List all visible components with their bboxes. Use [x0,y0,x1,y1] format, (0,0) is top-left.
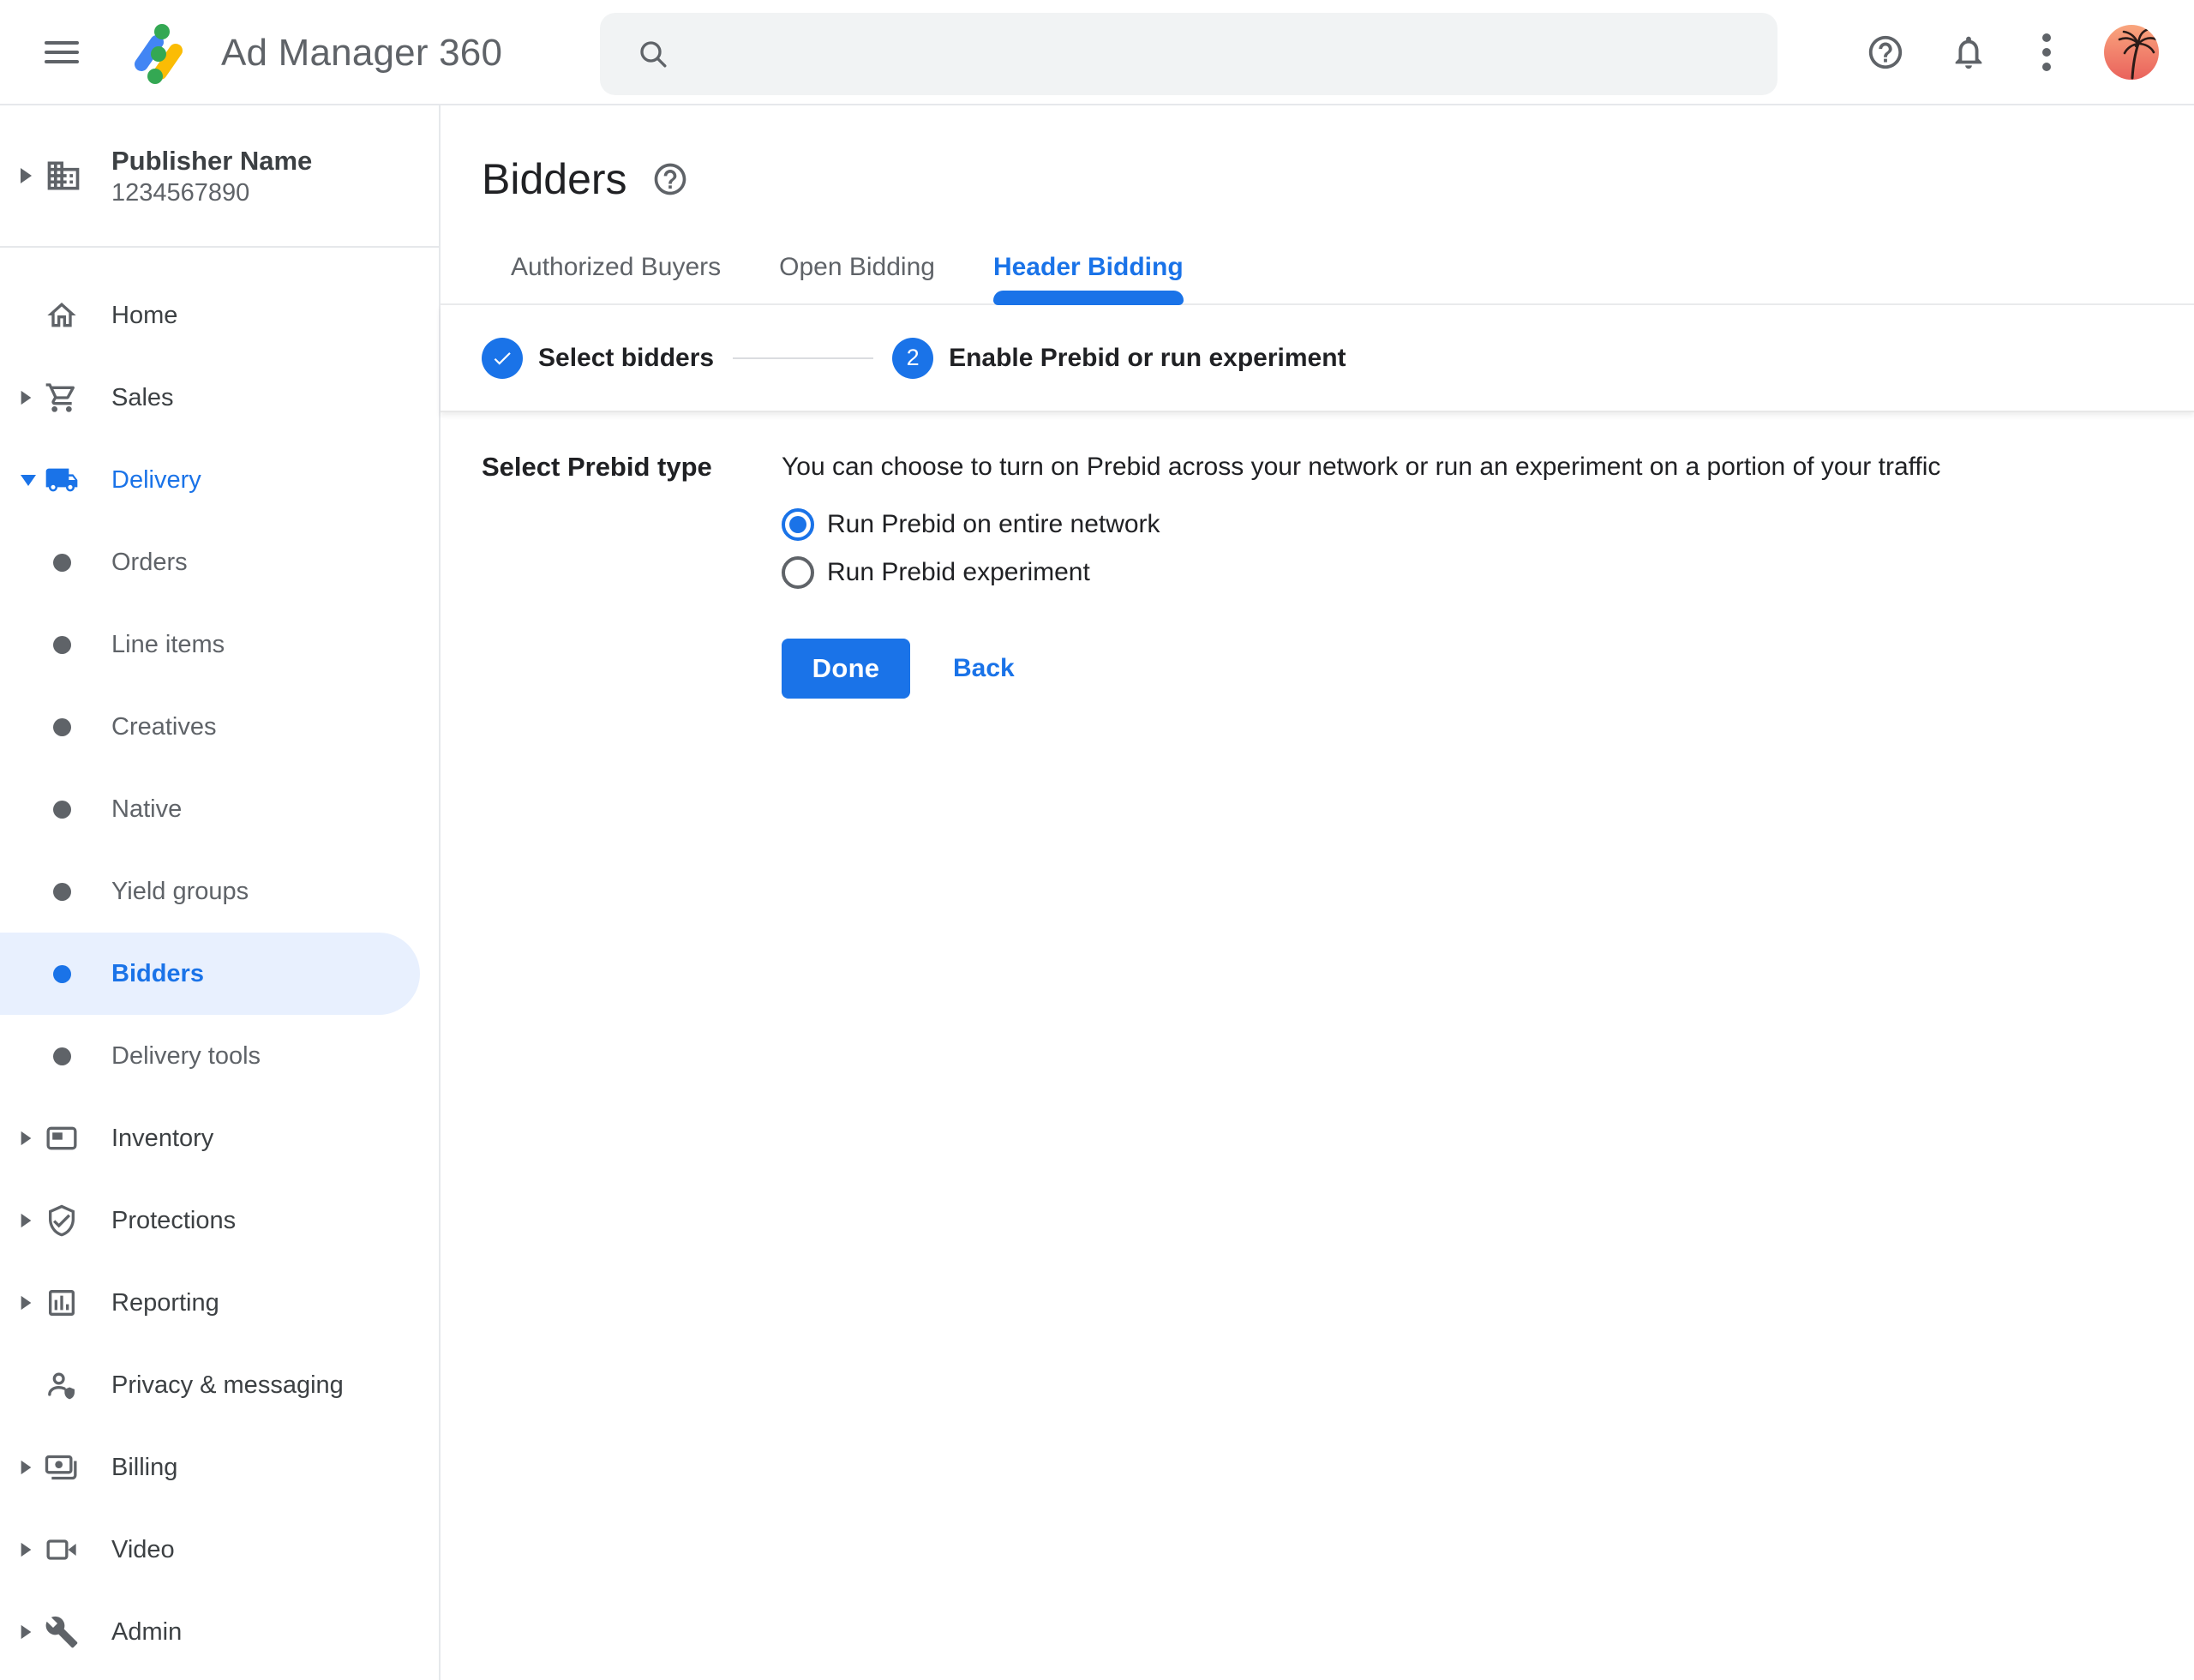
truck-icon [45,463,79,497]
sidebar-item-yield-groups[interactable]: Yield groups [0,850,439,933]
sidebar-item-sales[interactable]: Sales [0,357,439,439]
chevron-right-icon [21,1543,32,1557]
radio-unselected-icon[interactable] [782,556,814,589]
cart-icon [45,381,79,415]
tab-bar: Authorized Buyers Open Bidding Header Bi… [441,231,2194,305]
help-icon[interactable] [1866,33,1905,72]
building-icon [45,157,82,195]
done-button[interactable]: Done [782,639,910,699]
chevron-right-icon [21,1131,32,1145]
radio-selected-icon[interactable] [782,508,814,541]
sidebar-item-line-items[interactable]: Line items [0,603,439,686]
bullet-icon [53,883,71,901]
sidebar-item-protections[interactable]: Protections [0,1179,439,1262]
search-bar[interactable] [600,13,1777,95]
shield-check-icon [45,1203,79,1238]
sidebar-item-delivery[interactable]: Delivery [0,439,439,521]
person-shield-icon [45,1368,79,1402]
chevron-right-icon [21,1625,32,1639]
form-description: You can choose to turn on Prebid across … [782,450,2194,484]
publisher-switcher[interactable]: Publisher Name 1234567890 [0,105,439,248]
form-field-label: Select Prebid type [482,450,782,699]
sidebar-item-inventory[interactable]: Inventory [0,1097,439,1179]
sidebar-item-video[interactable]: Video [0,1509,439,1591]
videocam-icon [45,1533,79,1567]
home-icon [45,298,79,333]
chevron-right-icon [21,1214,32,1227]
page-title: Bidders [482,154,627,204]
user-avatar[interactable] [2104,25,2159,80]
bullet-icon [53,965,71,983]
radio-run-prebid-experiment[interactable]: Run Prebid experiment [782,555,2194,591]
page-help-icon[interactable] [651,160,689,198]
active-tab-indicator [993,291,1184,305]
publisher-name: Publisher Name [111,144,312,178]
expand-caret-icon[interactable] [21,168,32,183]
step-1-complete-check-icon[interactable] [482,338,523,379]
menu-icon[interactable] [45,41,79,63]
sidebar-item-home[interactable]: Home [0,274,439,357]
sidebar-item-admin[interactable]: Admin [0,1591,439,1673]
prebid-type-radio-group: Run Prebid on entire network Run Prebid … [782,507,2194,591]
step-2-label: Enable Prebid or run experiment [949,344,1346,373]
sidebar-nav: Publisher Name 1234567890 Home Sales Del… [0,105,441,1680]
more-options-kebab-icon[interactable] [2038,33,2055,72]
tab-authorized-buyers[interactable]: Authorized Buyers [482,231,750,303]
notifications-bell-icon[interactable] [1949,33,1988,72]
step-connector [733,357,873,359]
search-icon [636,37,670,71]
payments-icon [45,1450,79,1485]
sidebar-item-native[interactable]: Native [0,768,439,850]
inventory-icon [45,1121,79,1155]
chevron-right-icon [21,1296,32,1310]
bullet-icon [53,1047,71,1065]
bullet-icon [53,801,71,819]
ad-manager-logo-icon [124,20,189,85]
sidebar-item-creatives[interactable]: Creatives [0,686,439,768]
stepper: Select bidders 2 Enable Prebid or run ex… [441,305,2194,412]
main-content: Bidders Authorized Buyers Open Bidding H… [441,105,2194,1680]
top-app-bar: Ad Manager 360 [0,0,2194,105]
sidebar-item-bidders[interactable]: Bidders [0,933,420,1015]
prebid-form: Select Prebid type You can choose to tur… [441,412,2194,699]
sidebar-item-reporting[interactable]: Reporting [0,1262,439,1344]
wrench-icon [45,1615,79,1649]
publisher-id: 1234567890 [111,178,312,207]
search-input[interactable] [694,13,1757,95]
chevron-right-icon [21,1461,32,1474]
step-2-circle[interactable]: 2 [892,338,933,379]
bullet-icon [53,554,71,572]
sidebar-item-privacy-messaging[interactable]: Privacy & messaging [0,1344,439,1426]
bar-chart-icon [45,1286,79,1320]
bullet-icon [53,718,71,736]
app-title: Ad Manager 360 [221,0,502,105]
step-1-label[interactable]: Select bidders [538,344,714,373]
tab-open-bidding[interactable]: Open Bidding [750,231,964,303]
sidebar-item-billing[interactable]: Billing [0,1426,439,1509]
sidebar-item-delivery-tools[interactable]: Delivery tools [0,1015,439,1097]
bullet-icon [53,636,71,654]
ad-manager-app: Ad Manager 360 [0,0,2194,1680]
sidebar-item-orders[interactable]: Orders [0,521,439,603]
chevron-right-icon [21,391,32,405]
chevron-down-icon [21,475,36,486]
back-link[interactable]: Back [953,654,1015,683]
palm-tree-avatar-image [2104,25,2159,80]
nav-list: Home Sales Delivery Orders Line item [0,274,439,1673]
tab-header-bidding[interactable]: Header Bidding [964,231,1213,303]
radio-run-prebid-entire-network[interactable]: Run Prebid on entire network [782,507,2194,543]
